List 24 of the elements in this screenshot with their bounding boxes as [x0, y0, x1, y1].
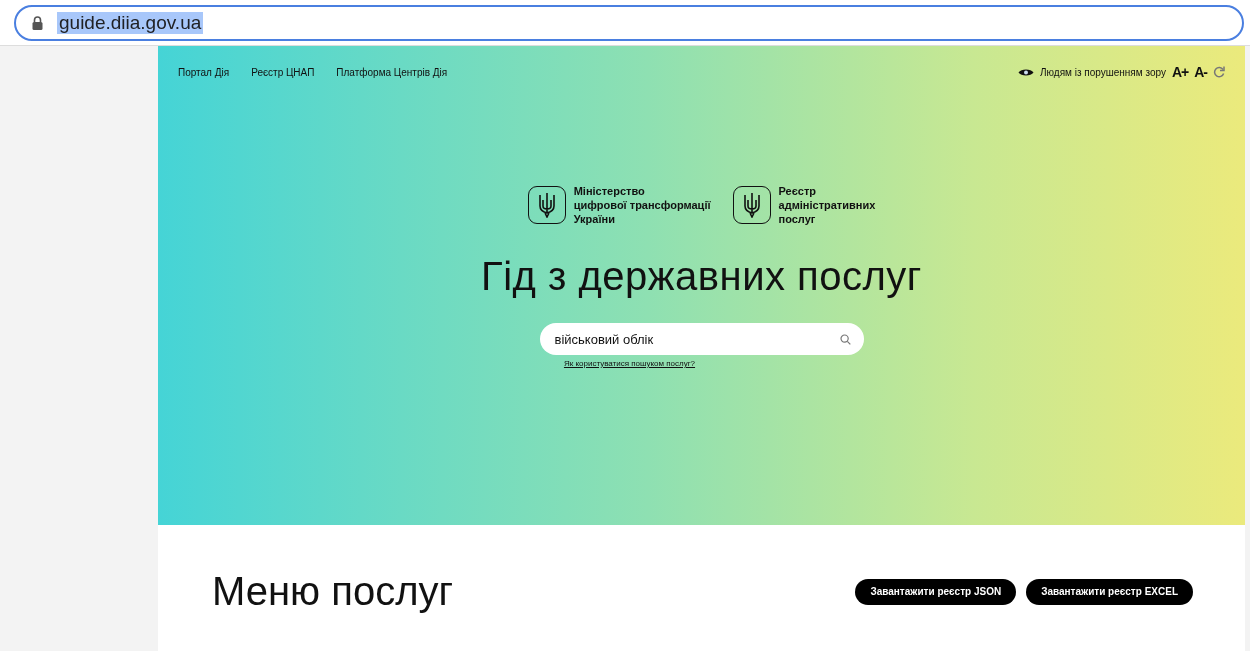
eye-icon[interactable] [1018, 67, 1034, 77]
search-icon[interactable] [839, 334, 851, 345]
nav-link[interactable]: Реєстр ЦНАП [251, 66, 315, 78]
font-decrease-button[interactable]: A- [1194, 64, 1207, 80]
nav-link[interactable]: Портал Дія [178, 66, 230, 78]
trident-icon [537, 192, 556, 218]
logo-text: Реєстр адміністративних послуг [778, 184, 876, 226]
address-bar[interactable]: guide.diia.gov.ua [14, 4, 1244, 41]
coat-of-arms-logo[interactable] [732, 186, 771, 224]
nav-link[interactable]: Платформа Центрів Дія [336, 66, 448, 78]
coat-of-arms-logo[interactable] [527, 186, 566, 224]
help-link[interactable]: Як користуватися пошуком послуг? [563, 359, 696, 368]
reset-icon[interactable] [1213, 66, 1225, 78]
lock-icon [32, 15, 43, 30]
download-button[interactable]: Завантажити реєстр JSON [855, 578, 1017, 605]
search-field[interactable]: військовий облік [539, 323, 864, 355]
font-increase-button[interactable]: A+ [1171, 64, 1189, 80]
accessibility-label[interactable]: Людям із порушенням зору [1040, 66, 1166, 78]
url-text: guide.diia.gov.ua [57, 11, 204, 34]
trident-icon [742, 192, 761, 218]
section-title: Меню послуг [212, 569, 455, 614]
page-title: Гід з державних послуг [481, 254, 922, 299]
logo-text: Міністерство цифрової трансформації України [573, 184, 711, 226]
download-button[interactable]: Завантажити реєстр EXCEL [1026, 578, 1193, 605]
